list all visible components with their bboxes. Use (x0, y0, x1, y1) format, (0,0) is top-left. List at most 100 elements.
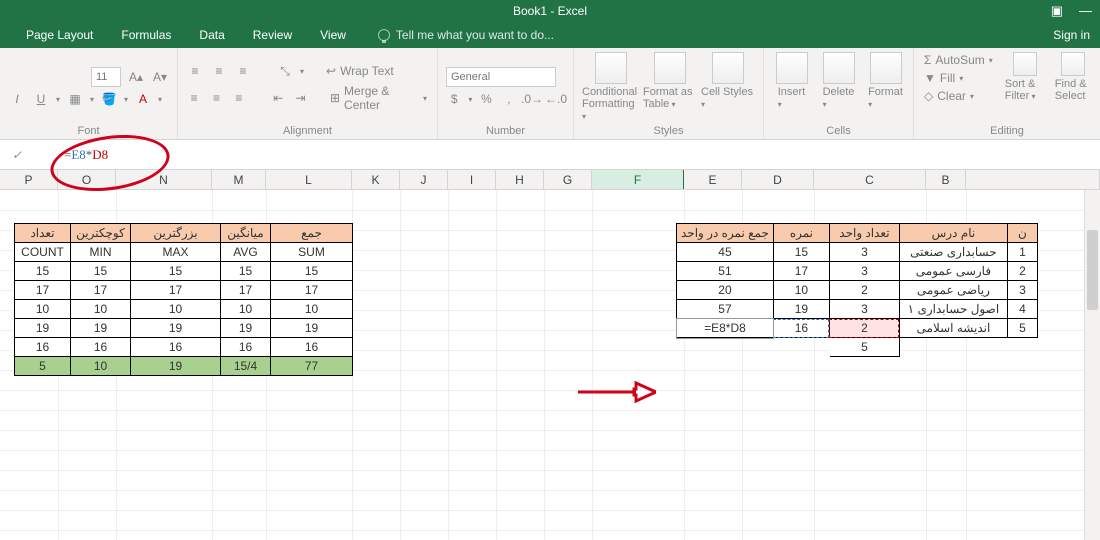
table-cell[interactable]: 10 (221, 300, 271, 319)
clear-button[interactable]: ◇Clear▾ (922, 88, 995, 104)
tab-data[interactable]: Data (185, 22, 238, 48)
column-header-C[interactable]: C (814, 170, 926, 189)
table-cell[interactable]: COUNT (15, 243, 71, 262)
column-header-B[interactable]: B (926, 170, 966, 189)
decrease-decimal-icon[interactable]: ←.0 (547, 90, 565, 108)
currency-icon[interactable]: $ (446, 90, 462, 108)
table-cell[interactable]: 17 (15, 281, 71, 300)
column-header-O[interactable]: O (58, 170, 116, 189)
column-header-E[interactable]: E (684, 170, 742, 189)
tab-view[interactable]: View (306, 22, 360, 48)
indent-inc-icon[interactable]: ⇥ (292, 89, 308, 107)
column-header-F[interactable]: F (592, 170, 684, 189)
table-cell[interactable]: 5 (829, 338, 899, 357)
table-cell[interactable]: 3 (829, 243, 899, 262)
sort-filter-button[interactable]: Sort & Filter ▾ (1005, 52, 1045, 123)
table-cell[interactable]: 17 (773, 262, 829, 281)
table-cell[interactable]: اصول حسابداری ۱ (899, 300, 1007, 319)
formula-input[interactable]: =E8*D8 (60, 143, 1100, 167)
table-cell[interactable]: 10 (773, 281, 829, 300)
table-cell[interactable]: 19 (773, 300, 829, 319)
table-cell[interactable]: 2 (829, 281, 899, 300)
table-cell[interactable]: 77 (271, 357, 353, 376)
table-cell[interactable]: 17 (271, 281, 353, 300)
table-cell[interactable]: 17 (71, 281, 131, 300)
cell-styles-button[interactable]: Cell Styles ▾ (701, 52, 755, 123)
table-cell[interactable]: 15 (773, 243, 829, 262)
table-cell[interactable]: 19 (131, 319, 221, 338)
enter-icon[interactable] (34, 146, 52, 164)
align-middle-icon[interactable]: ≡ (210, 62, 228, 80)
column-header-K[interactable]: K (352, 170, 400, 189)
table-cell[interactable]: 2 (1007, 262, 1037, 281)
table-cell[interactable]: 51 (677, 262, 774, 281)
table-cell[interactable]: 16 (71, 338, 131, 357)
table-cell[interactable]: 16 (15, 338, 71, 357)
sign-in[interactable]: Sign in (1053, 28, 1090, 42)
number-format-select[interactable] (446, 67, 556, 87)
table-cell[interactable]: 3 (829, 262, 899, 281)
table-cell[interactable]: 17 (221, 281, 271, 300)
table-cell[interactable]: 17 (131, 281, 221, 300)
align-left-icon[interactable]: ≡ (186, 89, 202, 107)
table-cell[interactable]: 10 (131, 300, 221, 319)
fill-button[interactable]: ▼Fill▾ (922, 70, 995, 86)
fill-color-icon[interactable]: 🪣 (100, 90, 118, 108)
restore-icon[interactable]: ▣ (1051, 3, 1063, 19)
scrollbar-vertical[interactable] (1084, 190, 1100, 540)
table-cell[interactable]: 3 (1007, 281, 1037, 300)
format-as-table-button[interactable]: Format as Table ▾ (643, 52, 697, 123)
column-header-N[interactable]: N (116, 170, 212, 189)
table-cell[interactable]: AVG (221, 243, 271, 262)
table-cell[interactable]: 19 (71, 319, 131, 338)
column-header-D[interactable]: D (742, 170, 814, 189)
column-header-M[interactable]: M (212, 170, 266, 189)
table-cell[interactable]: 4 (1007, 300, 1037, 319)
table-cell[interactable]: 5 (1007, 319, 1037, 338)
tab-review[interactable]: Review (239, 22, 306, 48)
italic-icon[interactable]: I (8, 90, 26, 108)
decrease-font-icon[interactable]: A▾ (151, 68, 169, 86)
align-center-icon[interactable]: ≡ (208, 89, 224, 107)
table-cell[interactable]: 5 (15, 357, 71, 376)
table-cell[interactable]: 57 (677, 300, 774, 319)
find-select-button[interactable]: Find & Select (1055, 52, 1092, 123)
table-cell[interactable]: 45 (677, 243, 774, 262)
table-cell[interactable]: 10 (71, 357, 131, 376)
table-cell[interactable]: اندیشه اسلامی (899, 319, 1007, 338)
table-cell[interactable]: 10 (15, 300, 71, 319)
table-cell[interactable]: 15 (71, 262, 131, 281)
format-button[interactable]: Format▾ (864, 52, 908, 123)
grid[interactable]: تعداد کوچکترین بزرگترین میانگین جمع COUN… (0, 190, 1100, 540)
align-bottom-icon[interactable]: ≡ (234, 62, 252, 80)
wrap-text-button[interactable]: ↩Wrap Text (324, 63, 396, 79)
tab-page-layout[interactable]: Page Layout (12, 22, 107, 48)
cancel-icon[interactable]: ✓ (8, 146, 26, 164)
table-cell[interactable]: 15/4 (221, 357, 271, 376)
table-cell[interactable]: 2 (829, 319, 899, 338)
active-cell[interactable]: =E8*D8 (677, 319, 774, 338)
table-cell[interactable]: 20 (677, 281, 774, 300)
font-size-input[interactable] (91, 67, 121, 87)
table-cell[interactable]: 10 (271, 300, 353, 319)
underline-icon[interactable]: U (32, 90, 50, 108)
delete-button[interactable]: Delete▾ (817, 52, 861, 123)
table-cell[interactable]: ریاضی عمومی (899, 281, 1007, 300)
table-cell[interactable]: 15 (271, 262, 353, 281)
insert-button[interactable]: Insert▾ (770, 52, 814, 123)
table-cell[interactable]: SUM (271, 243, 353, 262)
table-cell[interactable]: 15 (15, 262, 71, 281)
border-icon[interactable]: ▦ (66, 90, 84, 108)
table-cell[interactable]: 15 (221, 262, 271, 281)
percent-icon[interactable]: % (478, 90, 494, 108)
merge-center-button[interactable]: ⊞Merge & Center▾ (328, 83, 429, 113)
column-header-H[interactable]: H (496, 170, 544, 189)
align-right-icon[interactable]: ≡ (231, 89, 247, 107)
tab-formulas[interactable]: Formulas (107, 22, 185, 48)
table-cell[interactable]: 10 (71, 300, 131, 319)
column-header-G[interactable]: G (544, 170, 592, 189)
table-cell[interactable]: 16 (131, 338, 221, 357)
table-cell[interactable]: حسابداری صنعتی (899, 243, 1007, 262)
tell-me[interactable]: Tell me what you want to do... (378, 28, 554, 42)
autosum-button[interactable]: ΣAutoSum▾ (922, 52, 995, 68)
